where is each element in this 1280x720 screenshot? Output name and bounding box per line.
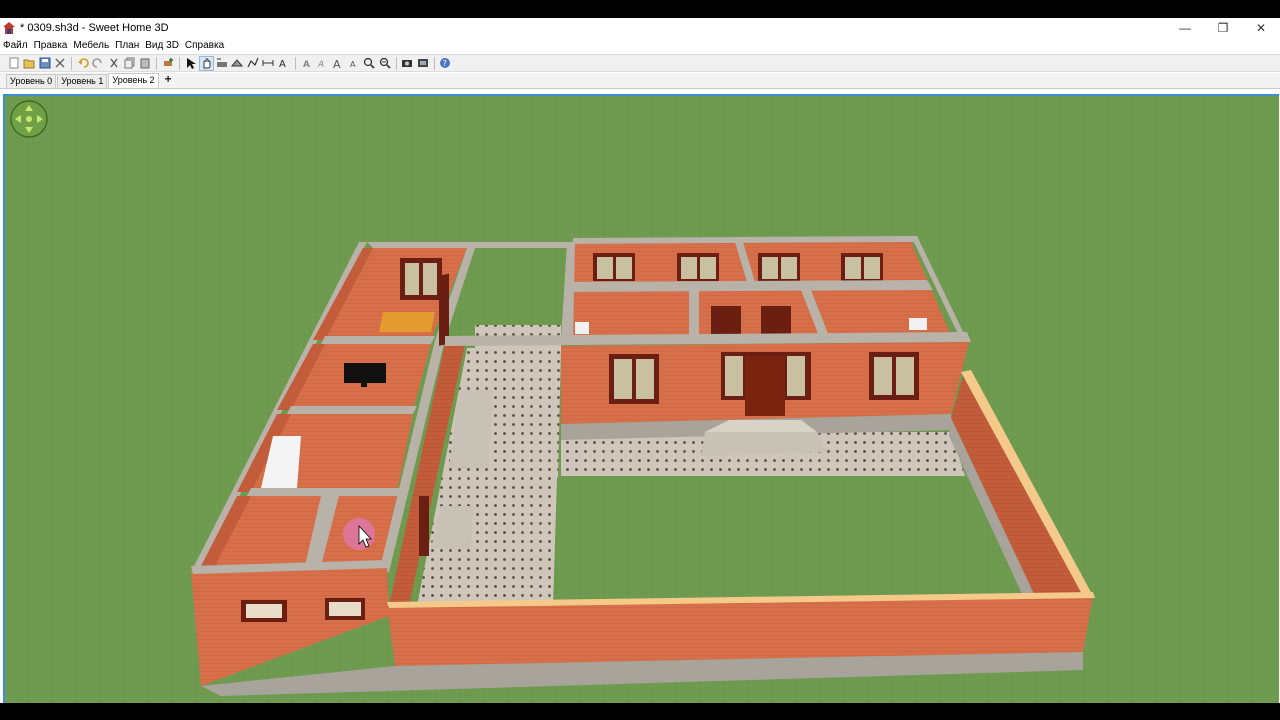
text-style-italic-icon[interactable]: A [315, 56, 330, 71]
toolbar-separator [71, 56, 73, 70]
create-photo-icon [402, 60, 413, 67]
svg-text:A: A [303, 60, 310, 69]
tab-level-2[interactable]: Уровень 2 [108, 73, 159, 88]
create-video-icon[interactable] [415, 56, 430, 71]
add-furniture-icon [163, 58, 173, 66]
create-polylines-icon [247, 57, 259, 68]
wall-north-gap-top [475, 242, 573, 248]
toolbar-separator [295, 56, 297, 70]
restore-button[interactable]: ❐ [1204, 18, 1242, 38]
add-text-icon[interactable]: A [277, 56, 292, 71]
cut-prefs-icon[interactable] [53, 56, 68, 71]
paste-icon [140, 58, 150, 69]
menu-bar: Файл Правка Мебель План Вид 3D Справка [0, 38, 1280, 53]
copy-icon[interactable] [122, 56, 137, 71]
text-style-bold-icon: A [303, 60, 310, 69]
create-walls-icon[interactable] [214, 56, 229, 71]
toolbar-separator [395, 56, 397, 70]
menu-plan[interactable]: План [112, 40, 142, 51]
select-icon[interactable] [183, 56, 198, 71]
cut-icon[interactable] [107, 56, 122, 71]
create-video-icon [417, 59, 428, 67]
save-icon[interactable] [37, 56, 52, 71]
create-dimensions-icon [262, 60, 274, 66]
tab-level-1[interactable]: Уровень 1 [57, 74, 108, 88]
pan-icon[interactable] [198, 55, 214, 71]
tv-furniture [344, 363, 386, 383]
north-lawn [475, 248, 561, 324]
window-controls: — ❐ ✕ [1166, 18, 1280, 38]
zoom-out-icon [379, 57, 391, 69]
pan-icon [203, 58, 211, 69]
window-title: * 0309.sh3d - Sweet Home 3D [20, 22, 169, 34]
decrease-text-icon: A [350, 60, 356, 69]
menu-3d-view[interactable]: Вид 3D [142, 40, 182, 51]
toolbar-separator [433, 56, 435, 70]
create-photo-icon[interactable] [400, 56, 415, 71]
paste-icon[interactable] [138, 56, 153, 71]
toolbar-separator [178, 56, 180, 70]
zoom-in-icon [363, 57, 375, 69]
close-button[interactable]: ✕ [1242, 18, 1280, 38]
add-text-icon: A [279, 59, 286, 69]
increase-text-icon[interactable]: A [330, 56, 345, 71]
svg-text:A: A [279, 59, 286, 69]
select-icon [187, 58, 197, 69]
copy-icon [124, 57, 135, 69]
door-inner-1 [711, 306, 741, 334]
text-style-italic-icon: A [317, 60, 324, 69]
navigation-arrows-icon[interactable] [10, 100, 48, 138]
entry-steps [701, 432, 827, 456]
open-icon [23, 59, 35, 69]
courtyard-lawn [553, 478, 1035, 606]
video-letterbox-top [0, 0, 1280, 18]
add-furniture-icon[interactable] [160, 56, 175, 71]
toolbar-separator [156, 56, 158, 70]
open-icon[interactable] [22, 56, 37, 71]
redo-icon [92, 58, 103, 68]
3d-scene[interactable] [5, 96, 1279, 703]
menu-edit[interactable]: Правка [31, 40, 71, 51]
table-furniture [379, 312, 435, 332]
cut-prefs-icon [55, 58, 65, 68]
new-file-icon [9, 57, 18, 69]
app-window: * 0309.sh3d - Sweet Home 3D — ❐ ✕ Файл П… [0, 18, 1280, 703]
text-style-bold-icon[interactable]: A [299, 56, 314, 71]
create-polylines-icon[interactable] [245, 56, 260, 71]
svg-text:A: A [317, 60, 324, 69]
svg-text:A: A [350, 60, 356, 69]
menu-furniture[interactable]: Мебель [70, 40, 112, 51]
wall-north-west-top [367, 242, 475, 248]
video-letterbox-bottom [0, 703, 1280, 720]
add-level-button[interactable]: + [160, 73, 177, 88]
undo-icon[interactable] [75, 56, 90, 71]
help-icon: ? [440, 58, 451, 68]
door-inner-2 [761, 306, 791, 334]
undo-icon [77, 58, 89, 68]
minimize-button[interactable]: — [1166, 18, 1204, 38]
increase-text-icon: A [333, 58, 341, 69]
menu-help[interactable]: Справка [182, 40, 227, 51]
create-dimensions-icon[interactable] [261, 56, 276, 71]
create-walls-icon [216, 58, 227, 67]
svg-text:?: ? [443, 59, 447, 68]
zoom-out-icon[interactable] [377, 56, 392, 71]
level-tabs-bar: Уровень 0 Уровень 1 Уровень 2 + [0, 73, 1280, 89]
create-rooms-icon [231, 59, 244, 67]
save-icon [39, 57, 51, 69]
title-bar: * 0309.sh3d - Sweet Home 3D — ❐ ✕ [0, 18, 1280, 38]
new-file-icon[interactable] [6, 56, 21, 71]
zoom-in-icon[interactable] [361, 56, 376, 71]
cut-icon [110, 58, 118, 68]
decrease-text-icon[interactable]: A [346, 56, 361, 71]
toolbar: A A A A A? [0, 54, 1280, 72]
help-icon[interactable]: ? [438, 56, 453, 71]
app-logo-icon [3, 22, 15, 34]
menu-file[interactable]: Файл [0, 40, 31, 51]
create-rooms-icon[interactable] [230, 56, 245, 71]
3d-view[interactable] [3, 94, 1279, 703]
tab-level-0[interactable]: Уровень 0 [6, 74, 57, 88]
redo-icon[interactable] [91, 56, 106, 71]
svg-text:A: A [333, 58, 341, 69]
